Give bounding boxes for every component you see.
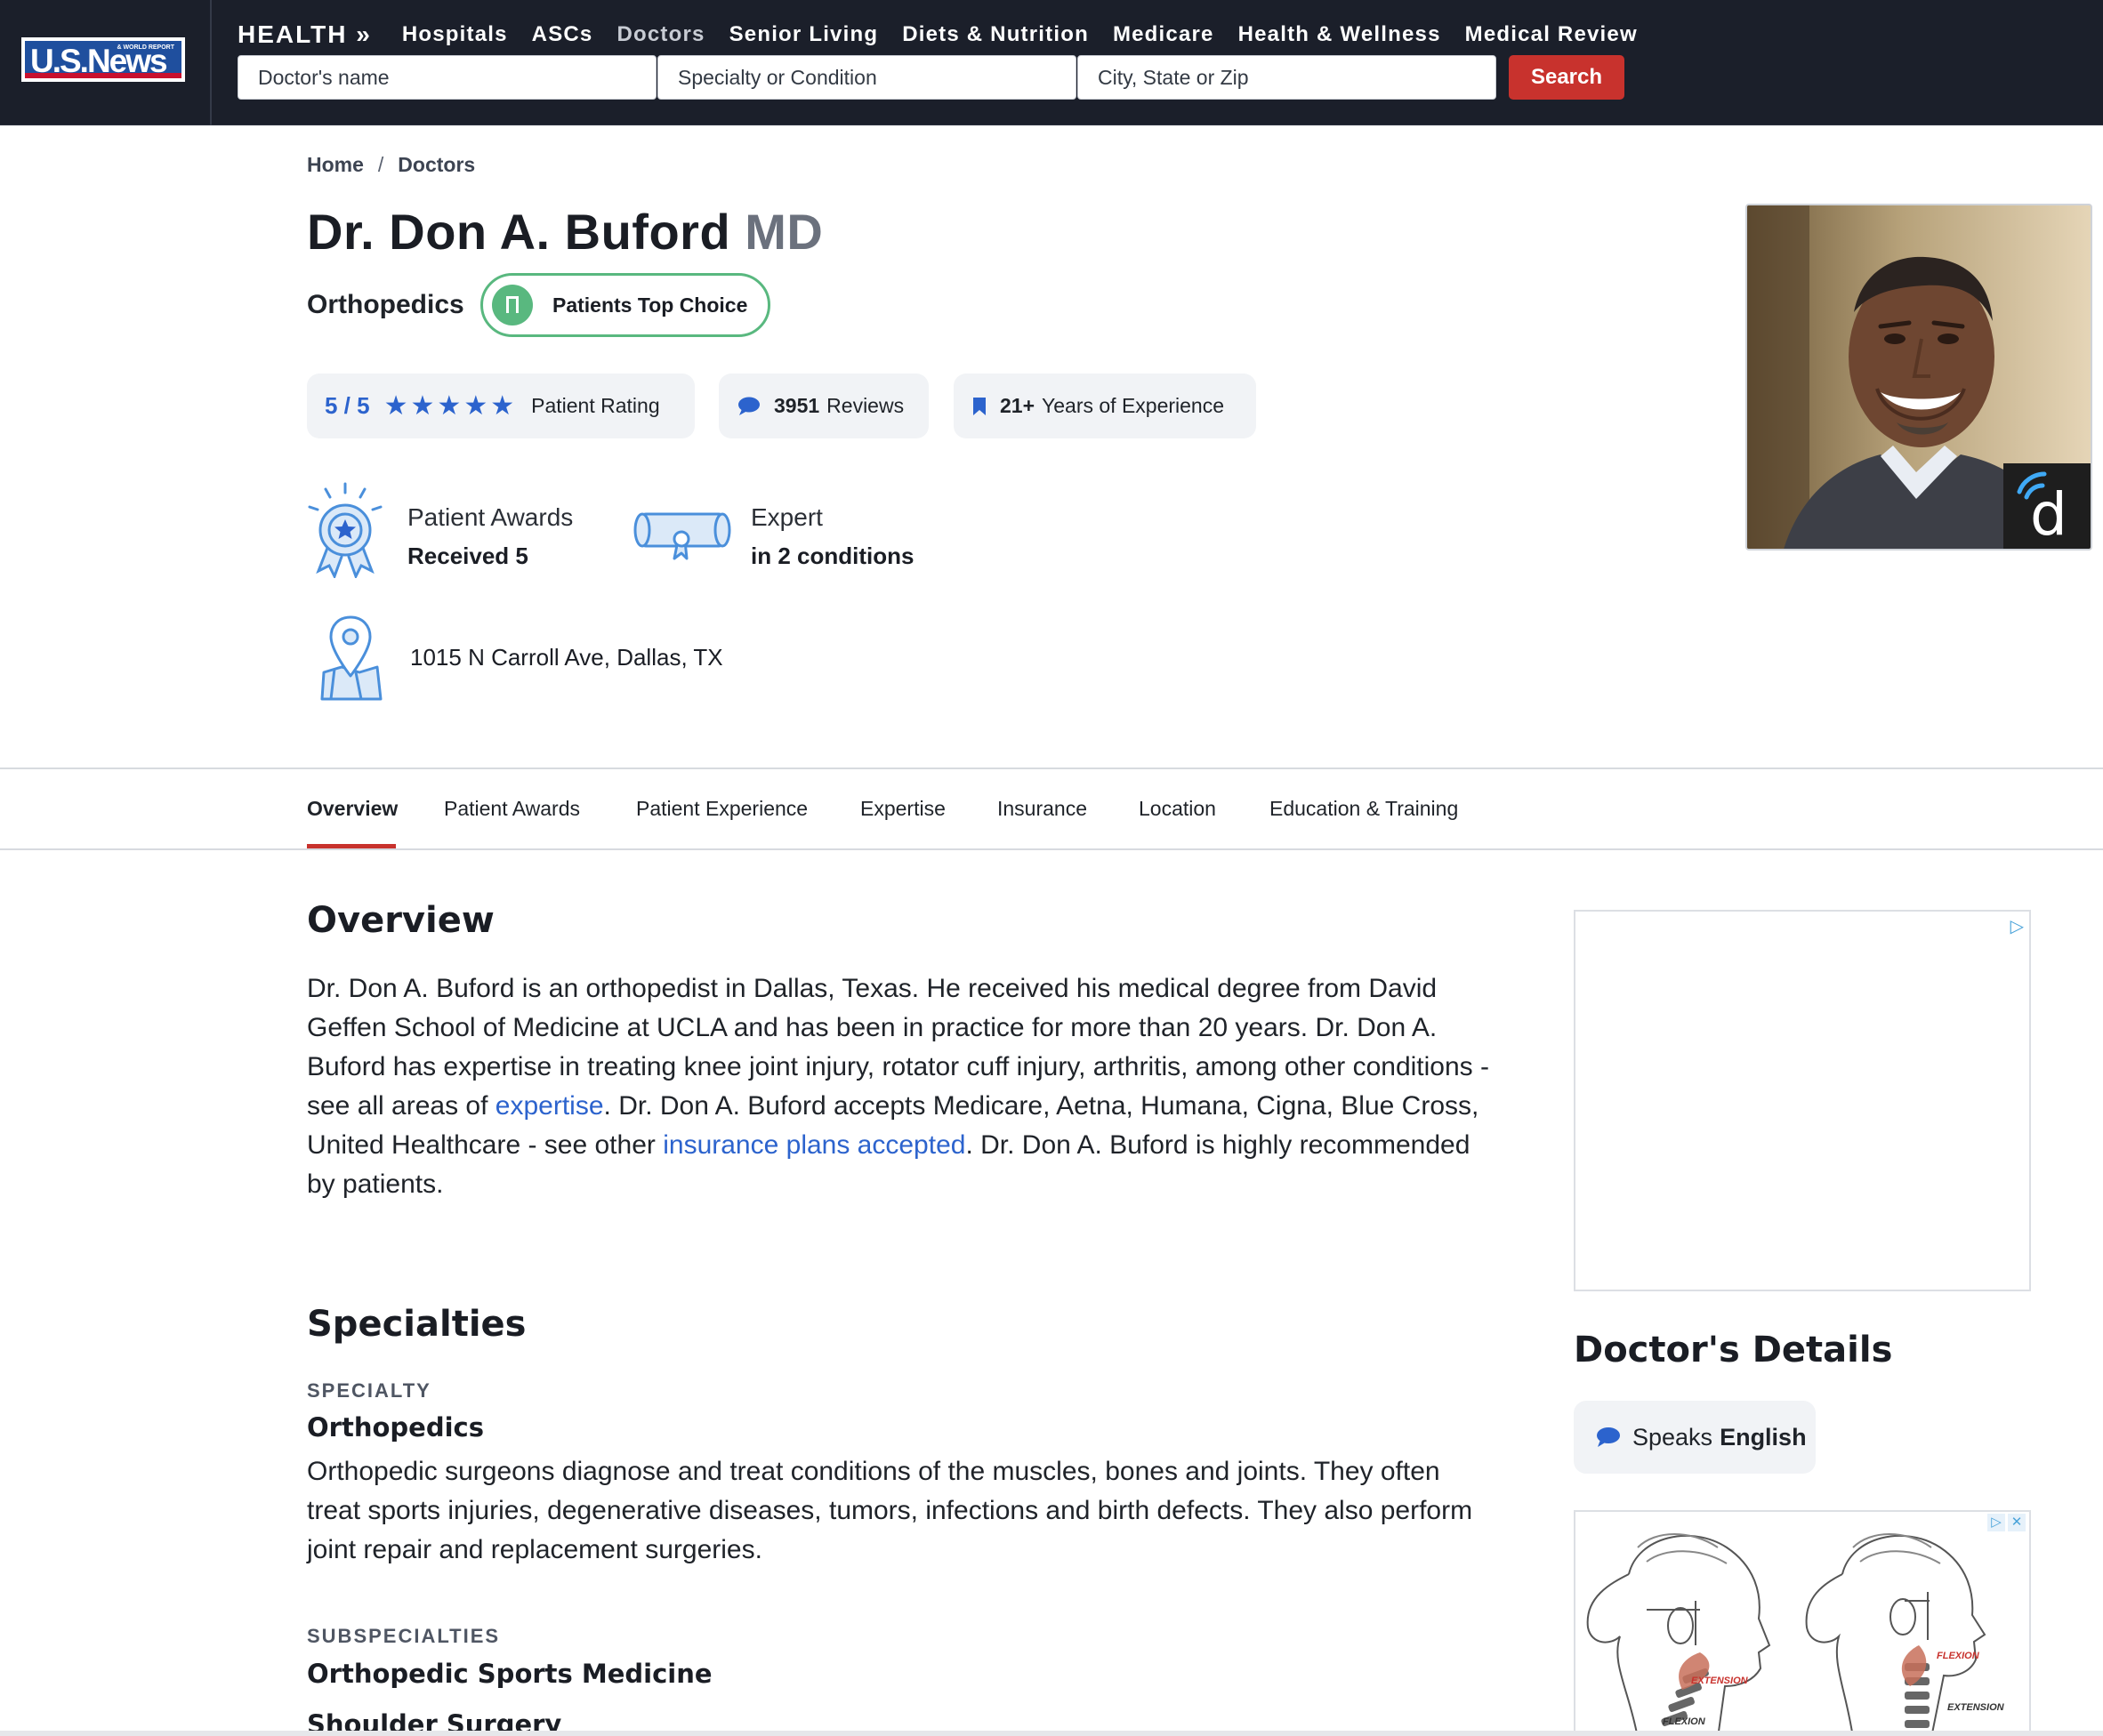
doximity-d-icon: d bbox=[2017, 471, 2067, 549]
patients-top-choice-badge[interactable]: Patients Top Choice bbox=[480, 273, 770, 337]
adchoices-icon[interactable]: ▷ bbox=[2010, 915, 2024, 937]
ad-caption: FLEXION bbox=[1937, 1651, 1979, 1661]
speaks-language: English bbox=[1720, 1423, 1807, 1451]
experience-chip: 21+ Years of Experience bbox=[954, 374, 1256, 438]
rating-value: 5 / 5 bbox=[325, 392, 370, 419]
ad-caption: FLEXION bbox=[1663, 1716, 1705, 1727]
doximity-badge[interactable]: d bbox=[2003, 463, 2091, 549]
breadcrumb-doctors[interactable]: Doctors bbox=[398, 153, 475, 177]
advertisement-neck-exercise[interactable]: ▷ ✕ EXTENSION FLEXION FLEXION EXTENSION bbox=[1574, 1510, 2031, 1736]
reviews-count: 3951 bbox=[774, 394, 820, 417]
rating-label: Patient Rating bbox=[531, 394, 660, 417]
doctor-address[interactable]: 1015 N Carroll Ave, Dallas, TX bbox=[410, 644, 723, 671]
doximity-letter: d bbox=[2030, 480, 2067, 549]
logo-small-text: & WORLD REPORT bbox=[117, 44, 174, 51]
usnews-logo[interactable]: U.S.News & WORLD REPORT bbox=[21, 37, 185, 82]
patient-awards-title: Patient Awards bbox=[407, 503, 574, 531]
search-button[interactable]: Search bbox=[1509, 55, 1624, 100]
star-icon: ★ bbox=[383, 390, 408, 421]
specialty-description: Orthopedic surgeons diagnose and treat c… bbox=[307, 1457, 1473, 1564]
specialty-name: Orthopedics bbox=[307, 1412, 484, 1443]
breadcrumb-home[interactable]: Home bbox=[307, 153, 364, 177]
tab-education-training[interactable]: Education & Training bbox=[1269, 797, 1458, 821]
star-icon: ★ bbox=[437, 390, 462, 421]
main-nav: HEALTH » Hospitals ASCs Doctors Senior L… bbox=[238, 20, 1662, 50]
doctor-name: Dr. Don A. Buford bbox=[307, 204, 731, 260]
bookmark-icon bbox=[492, 285, 533, 326]
comment-icon bbox=[738, 397, 760, 415]
overview-heading: Overview bbox=[307, 900, 495, 941]
tab-location[interactable]: Location bbox=[1139, 797, 1216, 821]
nav-item-hospitals[interactable]: Hospitals bbox=[402, 22, 508, 47]
tab-patient-awards[interactable]: Patient Awards bbox=[444, 797, 580, 821]
subspecialty-item: Orthopedic Sports Medicine bbox=[307, 1659, 713, 1689]
experience-label: Years of Experience bbox=[1042, 394, 1225, 417]
nav-item-health-wellness[interactable]: Health & Wellness bbox=[1238, 22, 1441, 47]
reviews-chip[interactable]: 3951 Reviews bbox=[719, 374, 929, 438]
breadcrumb-separator: / bbox=[377, 153, 384, 176]
logo-container: U.S.News & WORLD REPORT bbox=[0, 0, 212, 125]
site-header: U.S.News & WORLD REPORT HEALTH » Hospita… bbox=[0, 0, 2103, 125]
experience-value: 21+ bbox=[1000, 394, 1035, 417]
badge-label: Patients Top Choice bbox=[552, 293, 748, 317]
logo-stripe bbox=[25, 73, 181, 78]
star-icon: ★ bbox=[463, 390, 488, 421]
subspecialties-label: SUBSPECIALTIES bbox=[307, 1625, 501, 1647]
doctor-credential: MD bbox=[745, 204, 824, 260]
insurance-plans-link[interactable]: insurance plans accepted bbox=[663, 1130, 965, 1160]
nav-item-doctors[interactable]: Doctors bbox=[616, 22, 705, 47]
ad-controls: ▷ ✕ bbox=[1987, 1514, 2026, 1531]
specialty-input[interactable]: Specialty or Condition bbox=[657, 55, 1076, 100]
advertisement-box[interactable]: ▷ bbox=[1574, 910, 2031, 1291]
ad-caption: EXTENSION bbox=[1691, 1676, 1748, 1686]
logo-inner: U.S.News & WORLD REPORT bbox=[25, 41, 181, 79]
bookmark-glyph bbox=[506, 296, 519, 313]
doctor-photo: d bbox=[1745, 204, 2092, 551]
map-pin-icon bbox=[320, 615, 383, 701]
award-ribbon-icon bbox=[308, 482, 383, 578]
nav-health-section[interactable]: HEALTH » bbox=[238, 20, 372, 49]
star-icon: ★ bbox=[410, 390, 435, 421]
window-bottom-edge bbox=[0, 1731, 2103, 1736]
reviews-label: Reviews bbox=[826, 394, 905, 417]
expert-value[interactable]: in 2 conditions bbox=[751, 542, 914, 570]
patient-awards-value: Received 5 bbox=[407, 542, 528, 569]
expertise-link[interactable]: expertise bbox=[496, 1091, 604, 1121]
speaks-label: Speaks bbox=[1632, 1423, 1713, 1451]
speaks-language-chip: Speaks English bbox=[1574, 1401, 1816, 1474]
specialties-heading: Specialties bbox=[307, 1304, 527, 1345]
nav-item-ascs[interactable]: ASCs bbox=[532, 22, 593, 47]
nav-item-diets-nutrition[interactable]: Diets & Nutrition bbox=[902, 22, 1089, 47]
nav-item-medicare[interactable]: Medicare bbox=[1113, 22, 1214, 47]
doctor-details-heading: Doctor's Details bbox=[1574, 1330, 1893, 1370]
diploma-icon bbox=[633, 512, 731, 560]
tab-expertise[interactable]: Expertise bbox=[860, 797, 946, 821]
nav-item-medical-review[interactable]: Medical Review bbox=[1465, 22, 1638, 47]
breadcrumb: Home / Doctors bbox=[307, 153, 475, 177]
tab-patient-experience[interactable]: Patient Experience bbox=[636, 797, 808, 821]
speech-bubble-icon bbox=[1597, 1427, 1620, 1447]
expert-title: Expert bbox=[751, 503, 823, 531]
specialty-label: SPECIALTY bbox=[307, 1379, 431, 1402]
tab-insurance[interactable]: Insurance bbox=[997, 797, 1087, 821]
close-ad-icon[interactable]: ✕ bbox=[2008, 1514, 2026, 1531]
bookmark-icon bbox=[973, 397, 986, 415]
tab-overview[interactable]: Overview bbox=[307, 797, 398, 821]
doctor-name-input[interactable]: Doctor's name bbox=[238, 55, 657, 100]
overview-text: Dr. Don A. Buford is an orthopedist in D… bbox=[307, 969, 1499, 1204]
star-icon: ★ bbox=[490, 390, 515, 421]
ad-caption: EXTENSION bbox=[1947, 1702, 2004, 1713]
adchoices-icon[interactable]: ▷ bbox=[1987, 1514, 2005, 1531]
page-title: Dr. Don A. Buford MD bbox=[307, 203, 823, 261]
rating-chip[interactable]: 5 / 5 ★ ★ ★ ★ ★ Patient Rating bbox=[307, 374, 695, 438]
tabs-divider-top bbox=[0, 768, 2103, 769]
doctor-specialty: Orthopedics bbox=[307, 290, 464, 319]
location-input[interactable]: City, State or Zip bbox=[1077, 55, 1496, 100]
tabs-divider-bottom bbox=[0, 848, 2103, 850]
nav-item-senior-living[interactable]: Senior Living bbox=[729, 22, 879, 47]
star-rating: ★ ★ ★ ★ ★ bbox=[383, 390, 518, 421]
